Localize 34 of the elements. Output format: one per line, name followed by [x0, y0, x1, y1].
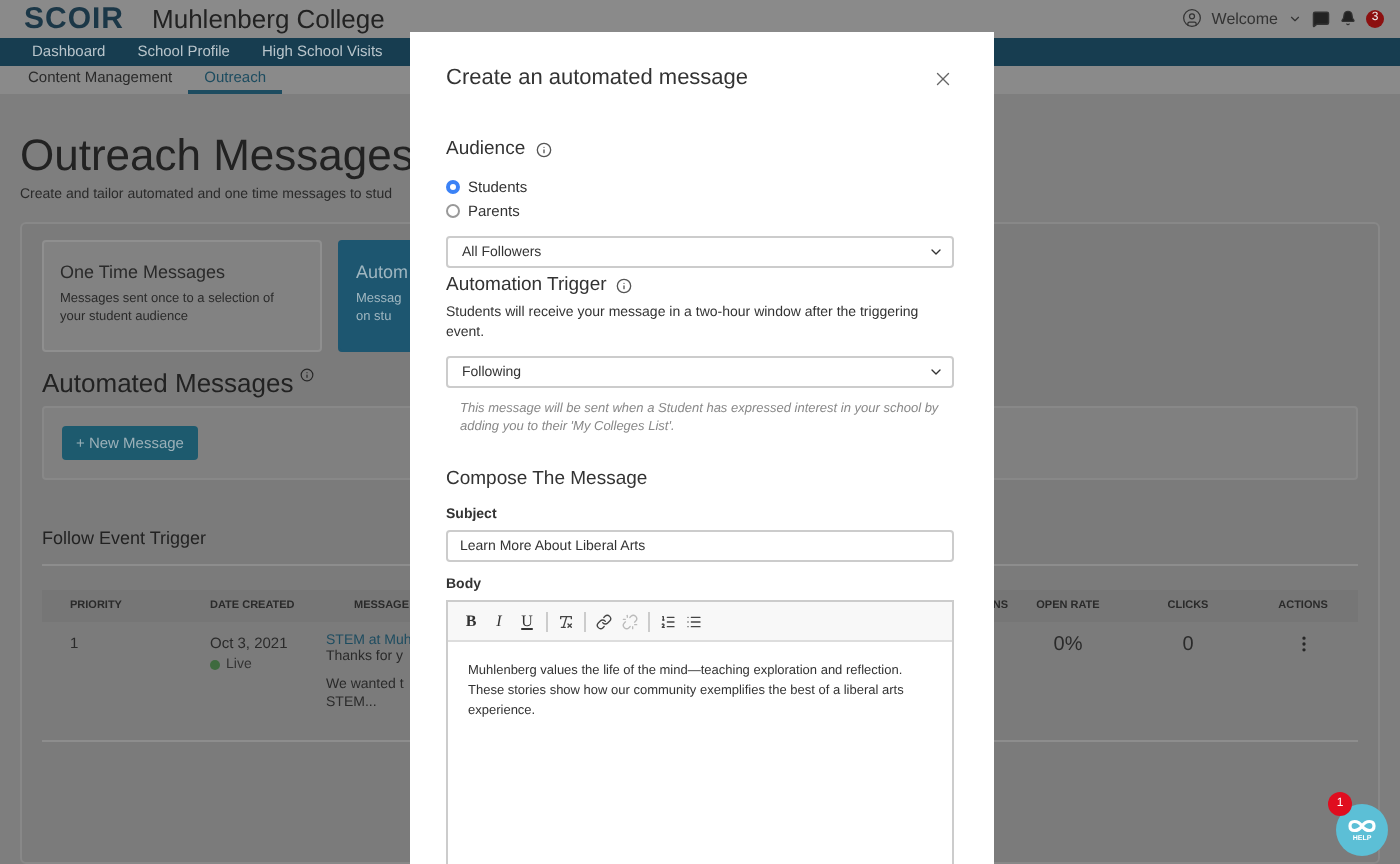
- close-button[interactable]: [932, 67, 954, 89]
- link-icon[interactable]: [596, 613, 612, 629]
- section-heading: Compose The Message: [446, 468, 650, 490]
- info-icon[interactable]: [535, 141, 552, 157]
- avatar-icon[interactable]: [1181, 8, 1202, 29]
- table-cell: 0: [1182, 633, 1194, 656]
- chevron-icon: [928, 244, 944, 260]
- college-name: Muhlenberg College: [152, 3, 385, 34]
- numbered-list-icon[interactable]: [660, 613, 676, 629]
- chevron-icon: [928, 364, 944, 380]
- status-dot: [210, 659, 220, 670]
- page-title: Outreach Messages: [20, 129, 414, 182]
- field-label: Automation Trigger: [446, 274, 607, 296]
- user-menu[interactable]: Welcome: [1211, 9, 1278, 28]
- modal-title: Create an automated message: [446, 66, 749, 90]
- radio-button[interactable]: [446, 179, 460, 193]
- logo[interactable]: SCOIR: [24, 1, 125, 36]
- card-title: Autom: [356, 261, 409, 282]
- chevron-icon[interactable]: [1288, 11, 1302, 26]
- field-label: Audience: [446, 138, 526, 160]
- bell-icon[interactable]: [1340, 10, 1356, 27]
- info-icon[interactable]: [299, 367, 314, 382]
- table-cell: 0%: [1053, 633, 1083, 656]
- info-icon[interactable]: [616, 277, 633, 293]
- bullet-list-icon[interactable]: [686, 613, 702, 629]
- section-heading: Automated Messages: [42, 367, 294, 398]
- clear-format-icon[interactable]: [558, 613, 574, 629]
- radio-button[interactable]: [446, 203, 460, 217]
- card-title: One Time Messages: [60, 261, 226, 282]
- format-button[interactable]: I: [490, 612, 508, 630]
- chat-icon[interactable]: [1312, 9, 1330, 28]
- format-button[interactable]: B: [462, 612, 480, 630]
- infinity-icon: [1348, 818, 1376, 834]
- format-button[interactable]: U: [518, 612, 536, 630]
